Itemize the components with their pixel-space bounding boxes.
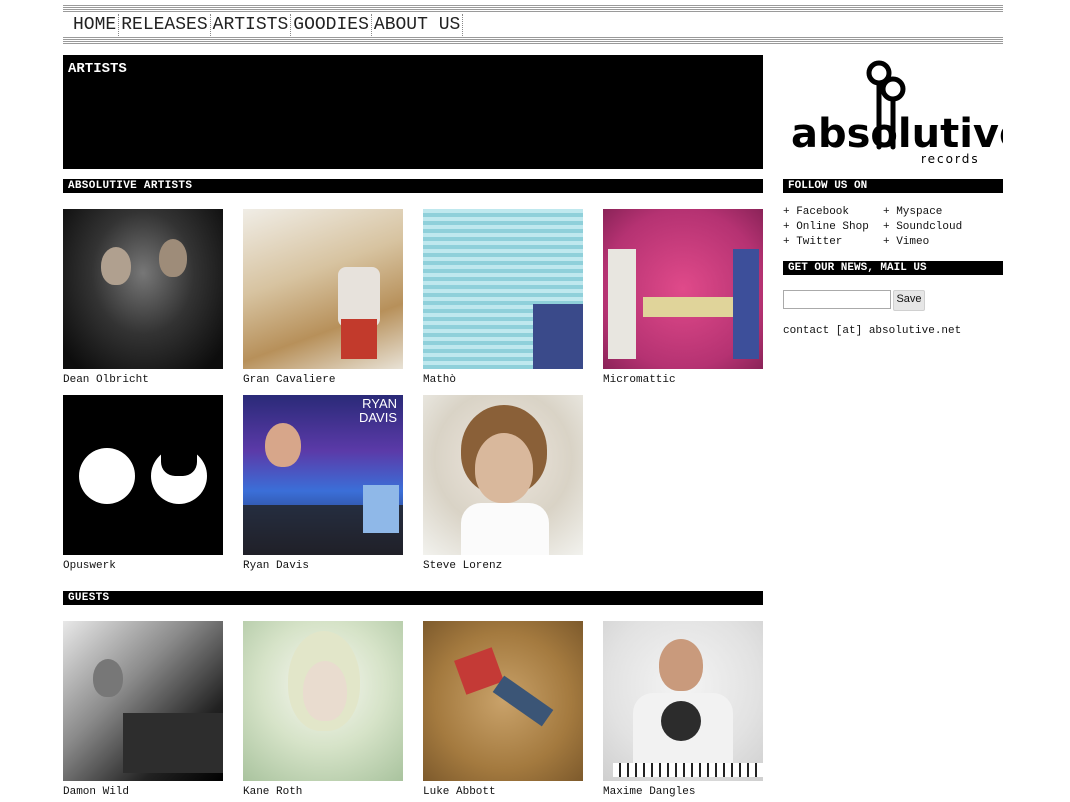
page-title: ARTISTS	[68, 61, 127, 77]
artist-photo[interactable]	[423, 621, 583, 781]
artist-card-opuswerk[interactable]: Opuswerk	[63, 395, 223, 572]
twitter-link[interactable]: + Twitter	[783, 235, 869, 250]
performer-left	[608, 249, 636, 359]
artist-photo[interactable]	[603, 621, 763, 781]
online-shop-link[interactable]: + Online Shop	[783, 220, 869, 235]
page-header-box: ARTISTS	[63, 55, 763, 169]
nav-stripe-top	[63, 4, 1003, 12]
vimeo-link[interactable]: + Vimeo	[883, 235, 962, 250]
face-shape	[303, 661, 347, 721]
artist-card-ryan-davis[interactable]: RYAN DAVIS Ryan Davis	[243, 395, 403, 572]
save-button[interactable]: Save	[893, 290, 925, 311]
blue-shape	[533, 304, 583, 369]
artist-name[interactable]: Luke Abbott	[423, 786, 583, 798]
face-shape	[101, 247, 131, 285]
face-shape	[93, 659, 123, 697]
soundcloud-link[interactable]: + Soundcloud	[883, 220, 962, 235]
artist-photo[interactable]	[63, 209, 223, 369]
cutout-shape	[161, 448, 197, 476]
follow-us-title: FOLLOW US ON	[788, 180, 868, 192]
artist-card-steve-lorenz[interactable]: Steve Lorenz	[423, 395, 583, 572]
artist-name[interactable]: Kane Roth	[243, 786, 403, 798]
artist-card-dean-olbricht[interactable]: Dean Olbricht	[63, 209, 223, 386]
follow-col-left: + Facebook + Online Shop + Twitter	[783, 205, 869, 250]
nav-artists[interactable]: ARTISTS	[211, 14, 292, 36]
jeans-shape	[492, 675, 554, 727]
artist-photo[interactable]	[243, 621, 403, 781]
laptop-shape	[363, 485, 399, 533]
guest-card-luke-abbott[interactable]: Luke Abbott	[423, 621, 583, 798]
facebook-link[interactable]: + Facebook	[783, 205, 869, 220]
red-trousers	[341, 319, 377, 359]
contact-text: contact [at] absolutive.net	[783, 325, 962, 337]
child-figure	[338, 267, 380, 327]
shirt-print	[661, 701, 701, 741]
circle-shape	[79, 448, 135, 504]
nav-releases[interactable]: RELEASES	[119, 14, 211, 36]
artist-name[interactable]: Maxime Dangles	[603, 786, 763, 798]
follow-us-bar: FOLLOW US ON	[783, 179, 1003, 193]
artists-section-title: ABSOLUTIVE ARTISTS	[68, 180, 193, 192]
absolutive-logo[interactable]: absolutive records	[783, 55, 1026, 169]
artist-name[interactable]: Ryan Davis	[243, 560, 403, 572]
synth-table	[643, 297, 743, 317]
artist-photo[interactable]	[423, 395, 583, 555]
guest-card-damon-wild[interactable]: Damon Wild	[63, 621, 223, 798]
turtleneck-shape	[461, 503, 549, 555]
myspace-link[interactable]: + Myspace	[883, 205, 962, 220]
artist-card-micromattic[interactable]: Micromattic	[603, 209, 763, 386]
guest-card-kane-roth[interactable]: Kane Roth	[243, 621, 403, 798]
face-shape	[475, 433, 533, 503]
logo-subtitle: records	[921, 152, 980, 166]
face-shape	[265, 423, 301, 467]
artists-section-bar: ABSOLUTIVE ARTISTS	[63, 179, 763, 193]
nav-about-us[interactable]: ABOUT US	[372, 14, 464, 36]
page: HOME RELEASES ARTISTS GOODIES ABOUT US A…	[0, 0, 1070, 802]
photo-caption-text: RYAN DAVIS	[358, 396, 397, 425]
newsletter-bar: GET OUR NEWS, MAIL US	[783, 261, 1003, 275]
equipment-shape	[123, 713, 223, 773]
circle-shape	[151, 448, 207, 504]
keyboard-shape	[613, 763, 763, 777]
artist-name[interactable]: Damon Wild	[63, 786, 223, 798]
performer-right	[733, 249, 759, 359]
nav-home[interactable]: HOME	[71, 14, 120, 36]
artist-card-matho[interactable]: Mathò	[423, 209, 583, 386]
top-navigation: HOME RELEASES ARTISTS GOODIES ABOUT US	[63, 4, 1003, 44]
artist-photo[interactable]	[63, 621, 223, 781]
artist-photo[interactable]: RYAN DAVIS	[243, 395, 403, 555]
artist-card-gran-cavaliere[interactable]: Gran Cavaliere	[243, 209, 403, 386]
face-shape	[659, 639, 703, 691]
artist-photo[interactable]	[243, 209, 403, 369]
face-shape	[159, 239, 187, 277]
artist-photo[interactable]	[423, 209, 583, 369]
artist-name[interactable]: Opuswerk	[63, 560, 223, 572]
artist-name[interactable]: Gran Cavaliere	[243, 374, 403, 386]
nav-goodies[interactable]: GOODIES	[291, 14, 372, 36]
logo-graphic: absolutive records	[791, 60, 1026, 166]
artist-photo[interactable]	[63, 395, 223, 555]
newsletter-title: GET OUR NEWS, MAIL US	[788, 262, 927, 274]
nav-items: HOME RELEASES ARTISTS GOODIES ABOUT US	[71, 14, 464, 36]
guests-section-bar: GUESTS	[63, 591, 763, 605]
follow-col-right: + Myspace + Soundcloud + Vimeo	[883, 205, 962, 250]
artist-photo[interactable]	[603, 209, 763, 369]
artist-name[interactable]: Steve Lorenz	[423, 560, 583, 572]
logo-wordmark: absolutive	[791, 111, 1003, 157]
artist-name[interactable]: Micromattic	[603, 374, 763, 386]
artist-name[interactable]: Mathò	[423, 374, 583, 386]
guests-section-title: GUESTS	[68, 592, 110, 604]
guest-card-maxime-dangles[interactable]: Maxime Dangles	[603, 621, 763, 798]
nav-stripe-bottom	[63, 36, 1003, 44]
newsletter-email-input[interactable]	[783, 290, 891, 309]
artist-name[interactable]: Dean Olbricht	[63, 374, 223, 386]
